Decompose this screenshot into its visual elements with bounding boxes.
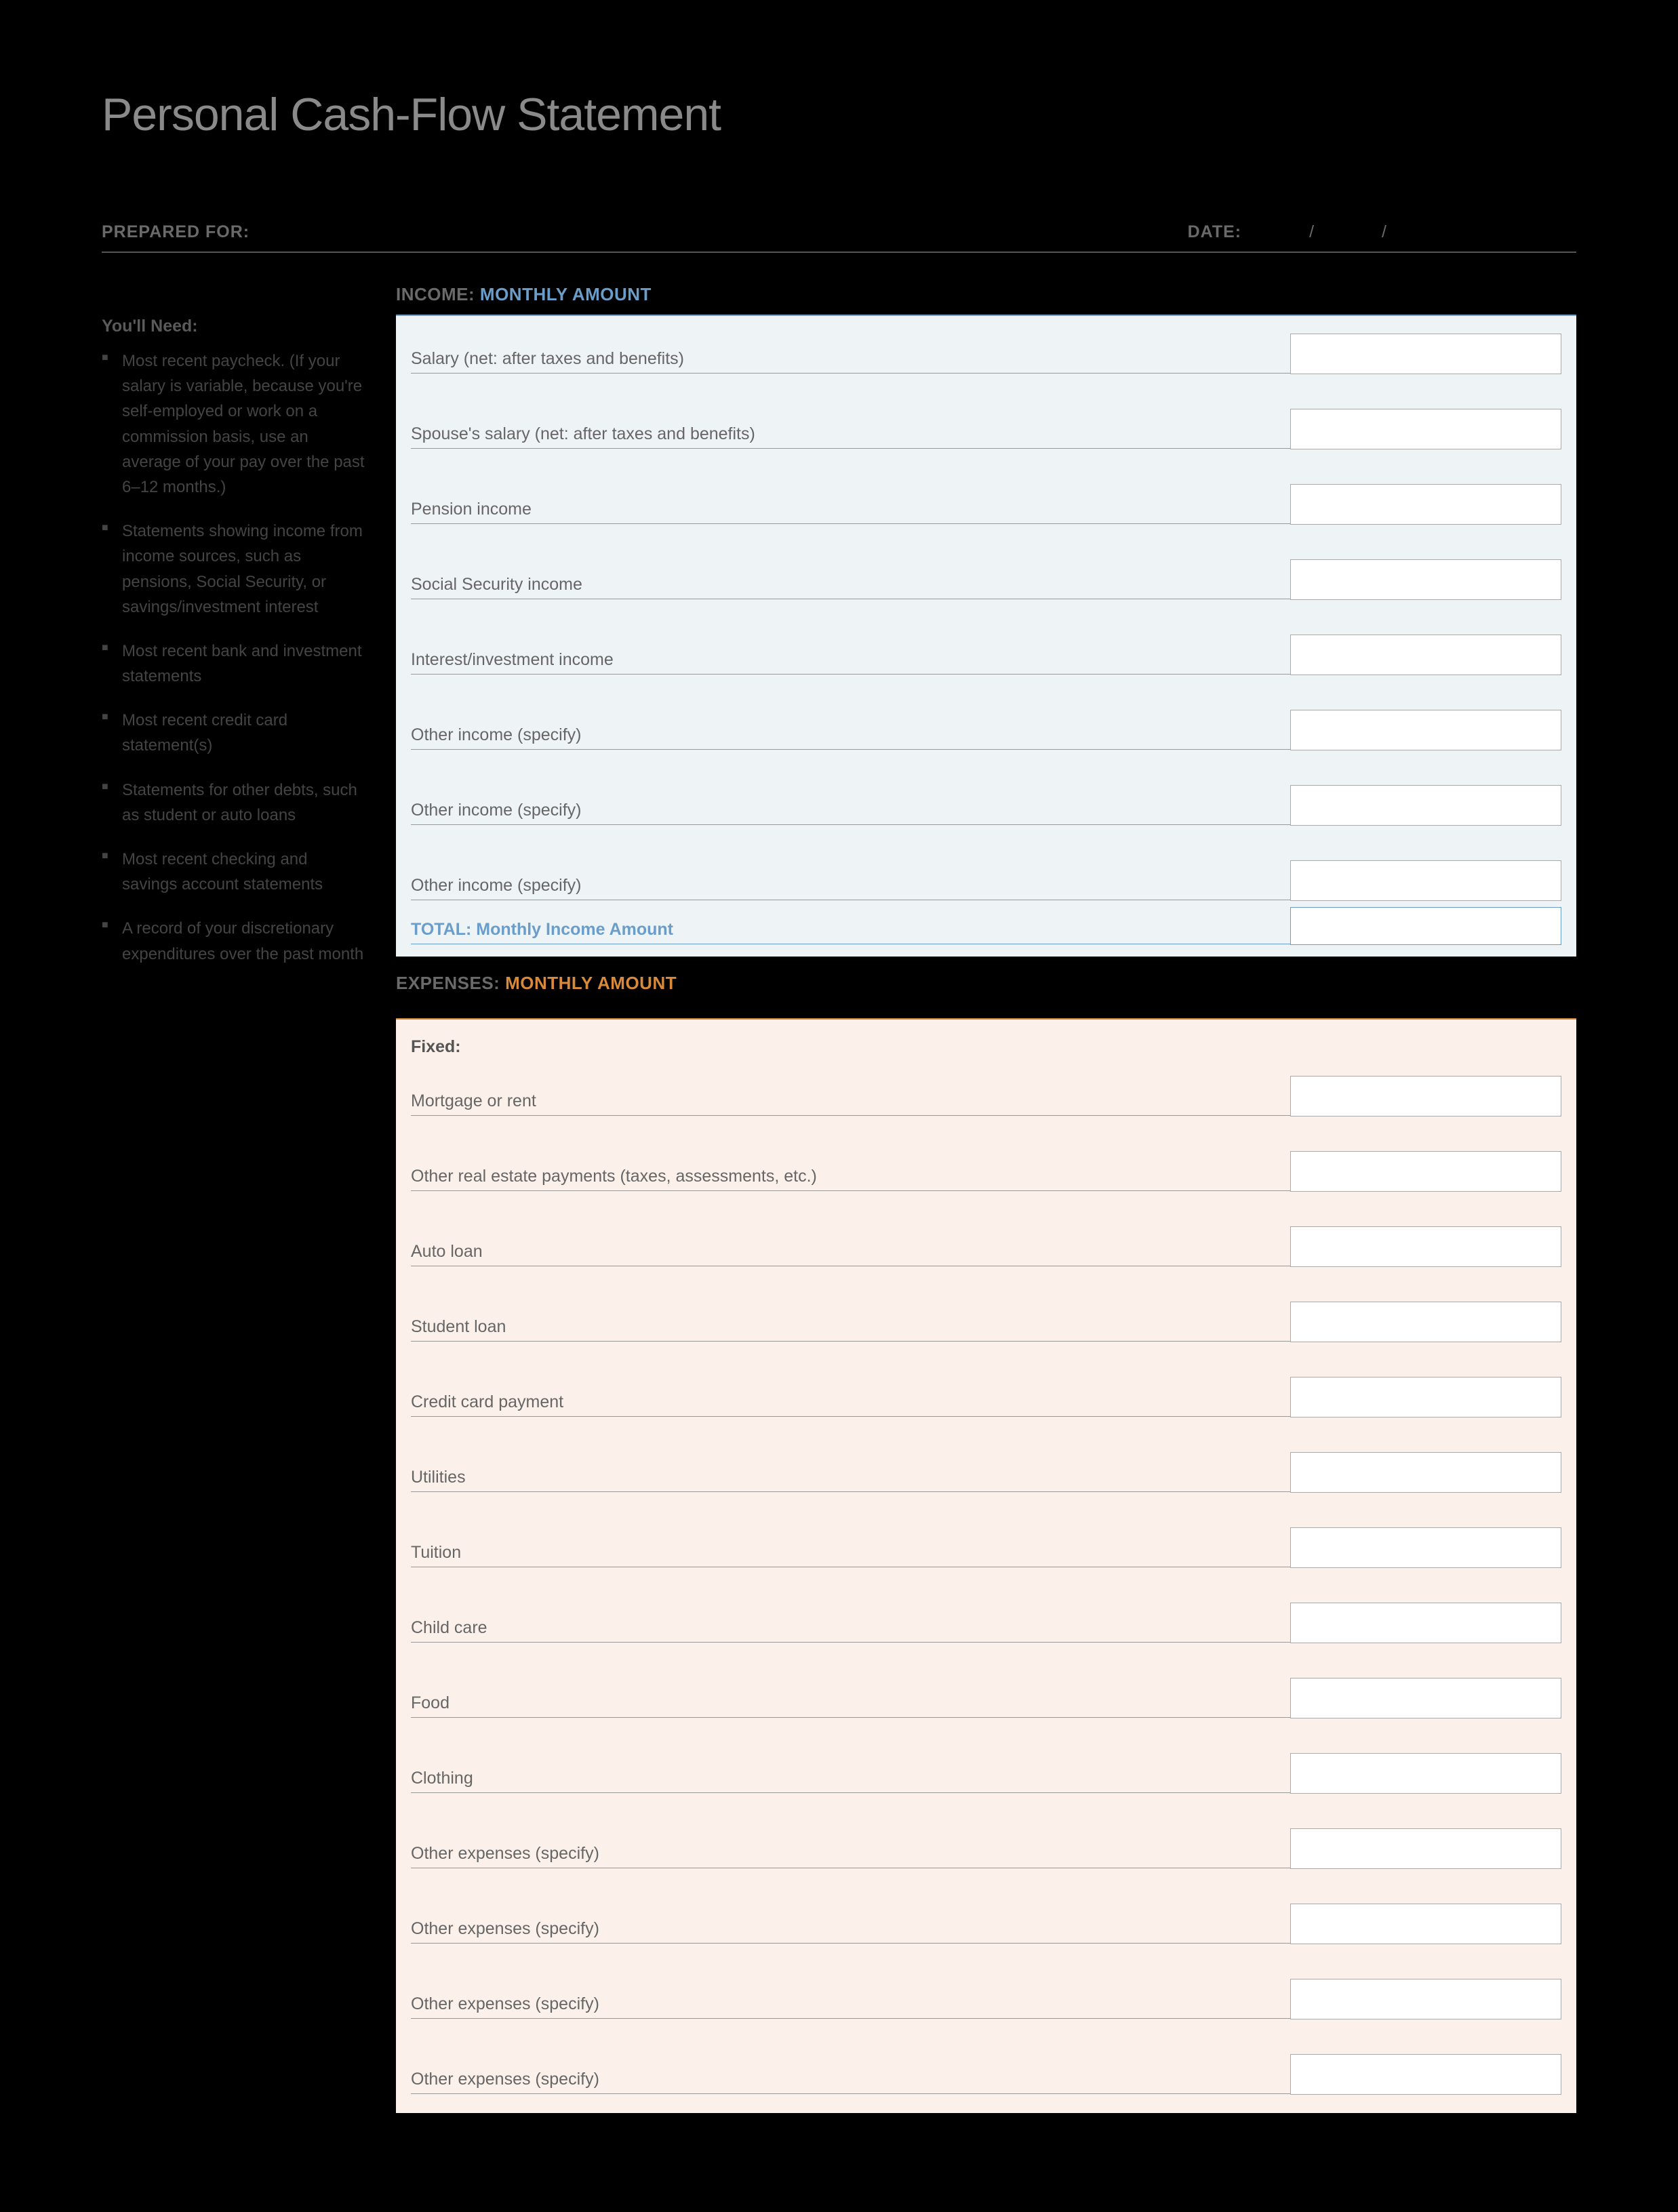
income-row: Other income (specify) xyxy=(411,860,1561,900)
expenses-label-a: EXPENSES: xyxy=(396,973,500,993)
sidebar-heading: You'll Need: xyxy=(102,317,366,336)
expenses-row-label: Child care xyxy=(411,1618,1290,1642)
income-row-label: Social Security income xyxy=(411,575,1290,599)
expenses-row-label: Other expenses (specify) xyxy=(411,1919,1290,1943)
expenses-subheading: Fixed: xyxy=(411,1037,1561,1057)
expenses-row-input[interactable] xyxy=(1290,1904,1561,1944)
expenses-row: Food xyxy=(411,1678,1561,1718)
income-row-label: Salary (net: after taxes and benefits) xyxy=(411,349,1290,373)
income-row: Interest/investment income xyxy=(411,635,1561,675)
date-group: DATE: / / xyxy=(1188,222,1386,242)
income-row-input[interactable] xyxy=(1290,785,1561,826)
date-slash-1: / xyxy=(1309,222,1314,242)
prepared-for-label: PREPARED FOR: xyxy=(102,222,249,242)
expenses-row-input[interactable] xyxy=(1290,1603,1561,1643)
expenses-row: Clothing xyxy=(411,1753,1561,1793)
page-title: Personal Cash-Flow Statement xyxy=(102,88,1576,141)
expenses-row: Student loan xyxy=(411,1302,1561,1342)
income-label-b: MONTHLY AMOUNT xyxy=(480,284,652,304)
expenses-header: EXPENSES: MONTHLY AMOUNT xyxy=(396,973,1576,994)
income-row-input[interactable] xyxy=(1290,635,1561,675)
sidebar-item: Most recent credit card statement(s) xyxy=(102,708,366,758)
income-header: INCOME: MONTHLY AMOUNT xyxy=(396,284,1576,305)
header-row: PREPARED FOR: DATE: / / xyxy=(102,222,1576,253)
income-row: Social Security income xyxy=(411,559,1561,599)
income-total-row: TOTAL: Monthly Income Amount xyxy=(411,907,1561,944)
expenses-row-label: Utilities xyxy=(411,1468,1290,1491)
expenses-row-input[interactable] xyxy=(1290,1678,1561,1718)
sidebar: You'll Need: Most recent paycheck. (If y… xyxy=(102,280,366,2113)
expenses-row-input[interactable] xyxy=(1290,1076,1561,1117)
income-row-input[interactable] xyxy=(1290,860,1561,901)
income-row: Salary (net: after taxes and benefits) xyxy=(411,334,1561,374)
expenses-row-input[interactable] xyxy=(1290,1828,1561,1869)
expenses-row-label: Mortgage or rent xyxy=(411,1091,1290,1115)
income-row-label: Other income (specify) xyxy=(411,876,1290,900)
expenses-row: Other expenses (specify) xyxy=(411,1979,1561,2019)
expenses-row-label: Student loan xyxy=(411,1317,1290,1341)
income-row-input[interactable] xyxy=(1290,710,1561,750)
income-row: Other income (specify) xyxy=(411,710,1561,750)
income-row-label: Other income (specify) xyxy=(411,725,1290,749)
income-row-input[interactable] xyxy=(1290,334,1561,374)
date-slash-2: / xyxy=(1382,222,1386,242)
income-row-input[interactable] xyxy=(1290,559,1561,600)
income-row: Spouse's salary (net: after taxes and be… xyxy=(411,409,1561,449)
expenses-row-label: Credit card payment xyxy=(411,1392,1290,1416)
expenses-row-label: Other expenses (specify) xyxy=(411,1994,1290,2018)
expenses-row-label: Tuition xyxy=(411,1543,1290,1567)
main: INCOME: MONTHLY AMOUNT Salary (net: afte… xyxy=(396,280,1576,2113)
sidebar-item: Most recent checking and savings account… xyxy=(102,847,366,897)
income-row-label: Other income (specify) xyxy=(411,801,1290,824)
income-total-label: TOTAL: Monthly Income Amount xyxy=(411,920,1290,944)
expenses-row-label: Auto loan xyxy=(411,1242,1290,1266)
expenses-row-label: Other expenses (specify) xyxy=(411,1844,1290,1868)
sidebar-list: Most recent paycheck. (If your salary is… xyxy=(102,348,366,967)
expenses-row: Other expenses (specify) xyxy=(411,2054,1561,2094)
expenses-row: Other expenses (specify) xyxy=(411,1904,1561,1944)
income-row: Pension income xyxy=(411,484,1561,524)
income-total-input[interactable] xyxy=(1290,907,1561,945)
expenses-row: Tuition xyxy=(411,1527,1561,1567)
expenses-row-input[interactable] xyxy=(1290,1302,1561,1342)
expenses-row: Other expenses (specify) xyxy=(411,1828,1561,1868)
expenses-label-b: MONTHLY AMOUNT xyxy=(505,973,677,993)
sidebar-item: Most recent bank and investment statemen… xyxy=(102,639,366,689)
expenses-row-input[interactable] xyxy=(1290,1377,1561,1417)
expenses-row-label: Clothing xyxy=(411,1769,1290,1792)
expenses-row: Credit card payment xyxy=(411,1377,1561,1417)
income-row-input[interactable] xyxy=(1290,484,1561,525)
date-label: DATE: xyxy=(1188,222,1242,242)
income-section: Salary (net: after taxes and benefits) Sp… xyxy=(396,315,1576,957)
income-row-label: Interest/investment income xyxy=(411,650,1290,674)
income-row-label: Spouse's salary (net: after taxes and be… xyxy=(411,424,1290,448)
expenses-row-input[interactable] xyxy=(1290,1151,1561,1192)
expenses-row: Mortgage or rent xyxy=(411,1076,1561,1116)
sidebar-item: Statements for other debts, such as stud… xyxy=(102,778,366,828)
sidebar-item: Statements showing income from income so… xyxy=(102,519,366,620)
expenses-row-label: Other real estate payments (taxes, asses… xyxy=(411,1167,1290,1190)
expenses-row: Other real estate payments (taxes, asses… xyxy=(411,1151,1561,1191)
expenses-row-input[interactable] xyxy=(1290,1226,1561,1267)
income-row: Other income (specify) xyxy=(411,785,1561,825)
expenses-row-label: Food xyxy=(411,1693,1290,1717)
sidebar-item: Most recent paycheck. (If your salary is… xyxy=(102,348,366,500)
expenses-row: Child care xyxy=(411,1603,1561,1643)
income-label-a: INCOME: xyxy=(396,284,475,304)
sidebar-item: A record of your discretionary expenditu… xyxy=(102,916,366,966)
expenses-row-label: Other expenses (specify) xyxy=(411,2070,1290,2093)
expenses-row-input[interactable] xyxy=(1290,1979,1561,2019)
expenses-row: Utilities xyxy=(411,1452,1561,1492)
income-row-input[interactable] xyxy=(1290,409,1561,449)
income-row-label: Pension income xyxy=(411,500,1290,523)
expenses-row-input[interactable] xyxy=(1290,1527,1561,1568)
expenses-row-input[interactable] xyxy=(1290,2054,1561,2095)
expenses-row-input[interactable] xyxy=(1290,1753,1561,1794)
expenses-row: Auto loan xyxy=(411,1226,1561,1266)
expenses-row-input[interactable] xyxy=(1290,1452,1561,1493)
expenses-section: Fixed: Mortgage or rent Other real estate… xyxy=(396,1018,1576,2113)
